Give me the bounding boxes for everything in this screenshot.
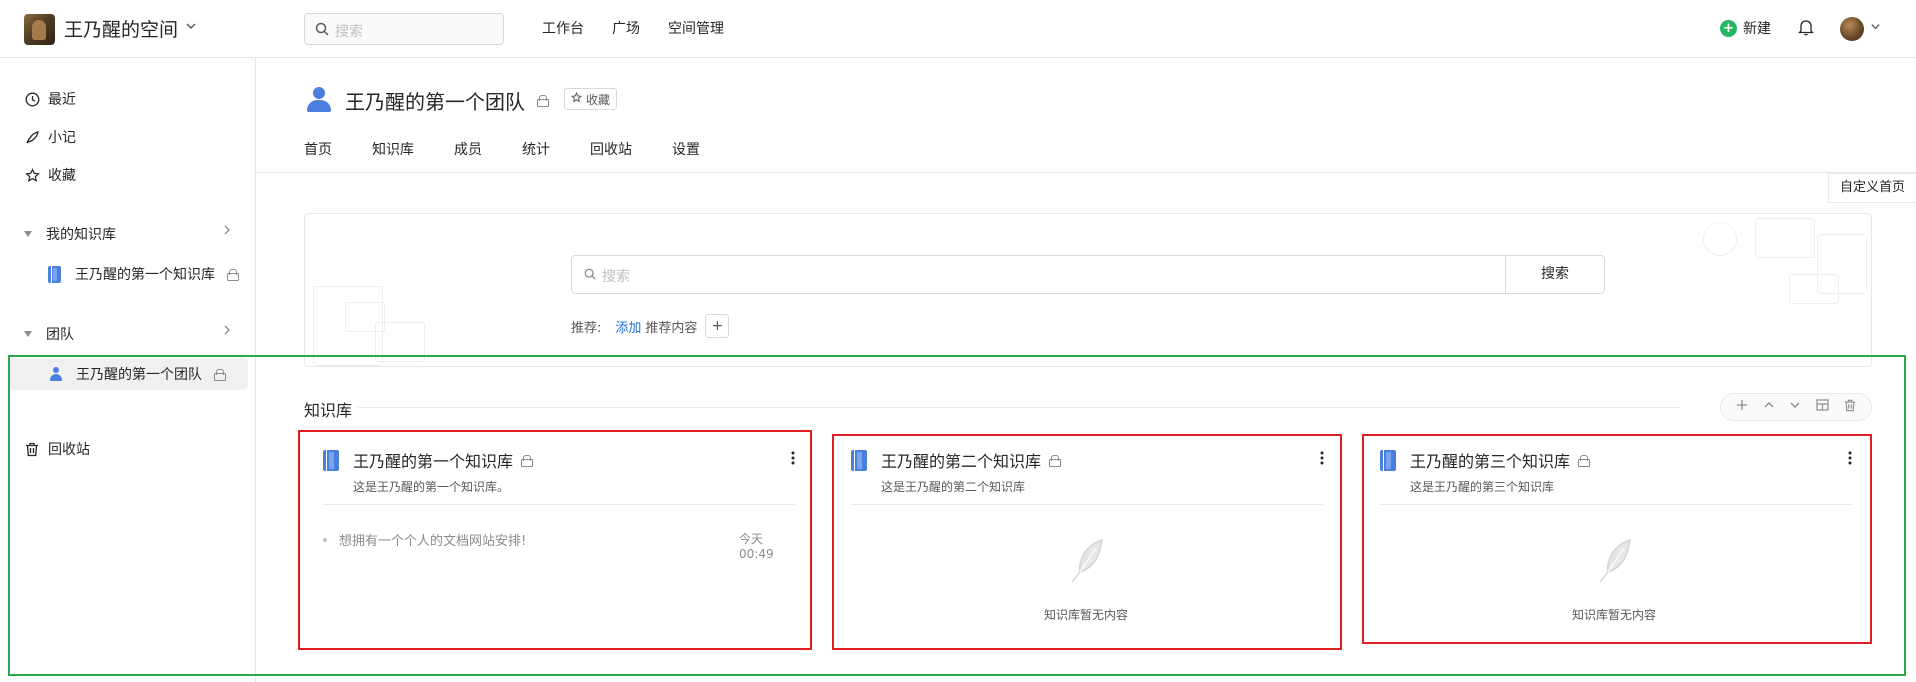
highlight-box-red [298,430,812,650]
content-search-input[interactable]: 搜索 [571,255,1506,294]
book-icon [48,265,61,283]
sidebar-item-label: 王乃醒的第一个知识库 [75,267,215,283]
tab-statistics[interactable]: 统计 [522,139,550,159]
top-bar: 王乃醒的空间 搜索 工作台 广场 空间管理 + 新建 [0,0,1916,58]
add-recommend-link[interactable]: 添加 [615,317,641,336]
lock-icon [227,269,239,281]
recommend-text: 推荐内容 [645,320,698,336]
chevron-down-icon[interactable] [185,20,197,35]
nav-workbench[interactable]: 工作台 [542,18,584,38]
nav-space-manage[interactable]: 空间管理 [668,18,724,38]
highlight-box-red [832,434,1342,650]
caret-down-icon [24,331,32,337]
tabs-divider [256,172,1916,173]
caret-down-icon [24,231,32,237]
favorite-button[interactable]: 收藏 [564,88,618,110]
sidebar-group-team[interactable]: 团队 [24,324,74,344]
sidebar-item-my-kb[interactable]: 王乃醒的第一个知识库 [48,264,239,284]
chevron-right-icon[interactable] [222,224,232,240]
search-button[interactable]: 搜索 [1505,255,1605,294]
sidebar-item-favorites[interactable]: 收藏 [24,161,76,189]
space-logo[interactable] [24,14,55,45]
clock-icon [24,91,40,107]
bell-icon[interactable] [1797,18,1815,40]
star-icon [24,167,40,183]
space-name[interactable]: 王乃醒的空间 [64,15,178,42]
sidebar-item-label: 最近 [48,92,76,108]
search-icon [315,22,329,40]
star-icon [570,91,583,106]
avatar[interactable] [1840,17,1864,41]
tab-home[interactable]: 首页 [304,139,332,159]
top-search-input[interactable]: 搜索 [304,13,504,45]
tab-knowledge-base[interactable]: 知识库 [372,139,414,159]
new-button[interactable]: + 新建 [1720,18,1771,38]
tab-settings[interactable]: 设置 [672,139,700,159]
lock-icon [537,95,549,107]
favorite-button-label: 收藏 [586,92,611,107]
team-avatar-icon [305,85,333,113]
customize-homepage-button[interactable]: 自定义首页 [1828,173,1916,203]
decor-illustration [1755,218,1815,258]
tab-trash[interactable]: 回收站 [590,139,632,159]
sidebar-group-label: 团队 [46,327,74,343]
avatar-chevron-down-icon[interactable] [1870,21,1881,35]
sidebar-item-notes[interactable]: 小记 [24,123,76,151]
sidebar-item-label: 小记 [48,130,76,146]
nav-square[interactable]: 广场 [612,18,640,38]
search-icon [584,268,596,284]
sidebar-group-my-kb[interactable]: 我的知识库 [24,224,116,244]
search-placeholder: 搜索 [335,24,363,40]
sidebar-group-label: 我的知识库 [46,227,116,243]
sidebar-item-label: 收藏 [48,168,76,184]
plus-circle-icon: + [1720,19,1737,37]
recommend-label: 推荐: [571,320,602,336]
new-button-label: 新建 [1743,21,1771,37]
decor-illustration [1703,222,1737,256]
chevron-right-icon[interactable] [222,324,232,340]
feather-pen-icon [24,129,40,145]
tab-members[interactable]: 成员 [454,139,482,159]
add-recommend-button[interactable]: + [705,314,730,338]
search-placeholder: 搜索 [602,269,630,285]
page-title: 王乃醒的第一个团队 [345,90,525,114]
recommend-row: 推荐: 添加 推荐内容 + [571,314,730,338]
decor-illustration [1789,274,1839,304]
sidebar-item-recent[interactable]: 最近 [24,85,76,113]
highlight-box-red [1362,434,1872,644]
